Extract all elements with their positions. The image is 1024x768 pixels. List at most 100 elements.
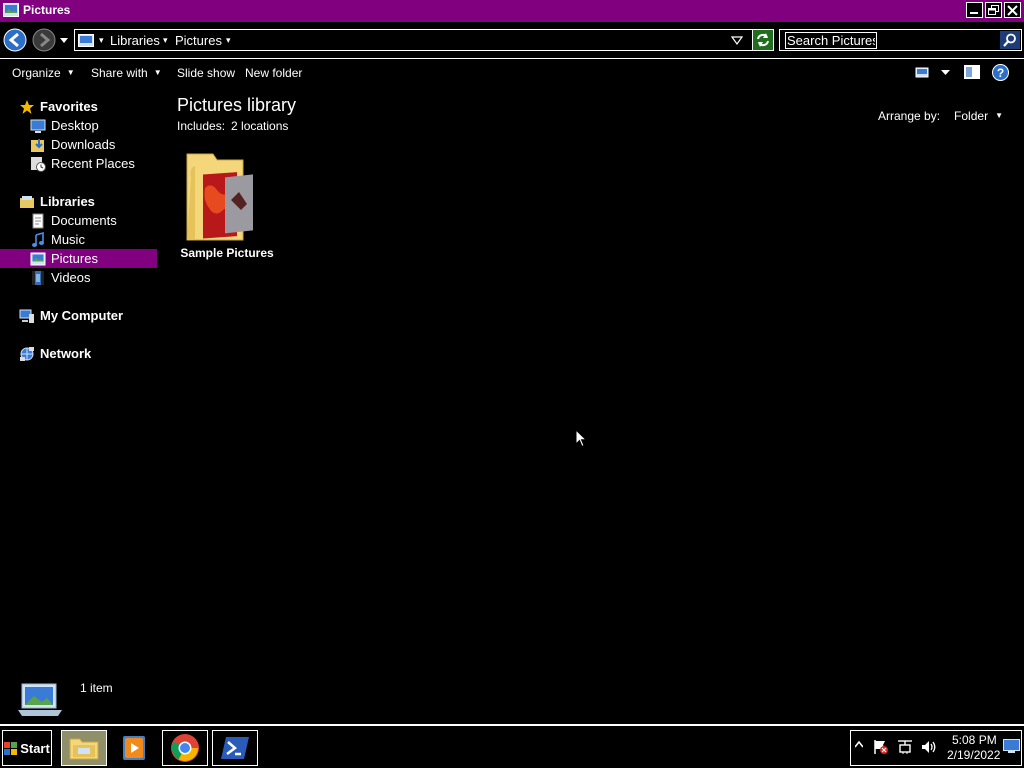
nav-item-music[interactable]: Music — [30, 230, 85, 249]
nav-libraries-label: Libraries — [40, 194, 95, 209]
pictures-library-large-icon — [18, 683, 62, 716]
show-hidden-icons[interactable] — [855, 740, 863, 748]
nav-libraries[interactable]: Libraries — [19, 192, 95, 211]
navigation-pane: Favorites Desktop Downloads Recent Place… — [0, 87, 160, 672]
recent-places-icon — [31, 156, 46, 172]
recent-pages-dropdown-icon[interactable] — [60, 38, 68, 44]
nav-item-recent-places[interactable]: Recent Places — [30, 154, 135, 173]
pictures-window-icon — [3, 3, 19, 17]
taskbar: Start — [0, 724, 1024, 768]
videos-icon — [32, 270, 44, 285]
refresh-button[interactable] — [752, 29, 774, 51]
breadcrumb-separator-icon[interactable]: ▾ — [163, 35, 168, 46]
nav-item-videos[interactable]: Videos — [30, 268, 91, 287]
window-title: Pictures — [23, 3, 71, 17]
folder-name: Sample Pictures — [180, 246, 274, 260]
show-desktop-icon[interactable] — [1003, 739, 1020, 753]
arrange-by-label: Arrange by: — [878, 109, 941, 123]
restore-icon — [988, 4, 999, 15]
organize-menu[interactable]: Organize ▼ — [12, 66, 75, 80]
taskbar-chrome[interactable] — [162, 730, 208, 766]
network-icon — [20, 346, 34, 361]
folder-item[interactable]: Sample Pictures — [177, 148, 277, 264]
libraries-icon — [20, 195, 34, 208]
item-count: 1 item — [80, 681, 113, 695]
library-includes: Includes: 2 locations — [177, 119, 288, 133]
pictures-icon — [30, 252, 46, 265]
nav-item-label: Videos — [51, 270, 91, 285]
back-button[interactable] — [3, 28, 27, 52]
network-tray-icon[interactable] — [897, 739, 913, 755]
nav-item-pictures[interactable]: Pictures — [0, 249, 157, 268]
music-icon — [32, 231, 44, 247]
nav-my-computer-label: My Computer — [40, 308, 124, 323]
chevron-down-icon: ▼ — [66, 68, 75, 77]
pictures-library-icon — [78, 34, 94, 47]
taskbar-powershell[interactable] — [212, 730, 258, 766]
address-row: ▾ Libraries ▾ Pictures ▾ — [0, 21, 1024, 57]
nav-item-label: Desktop — [51, 118, 99, 133]
forward-button[interactable] — [32, 28, 56, 52]
includes-label: Includes: — [177, 119, 226, 133]
action-center-flag-icon[interactable] — [873, 739, 889, 755]
arrange-by: Arrange by: Folder ▼ — [878, 109, 1003, 123]
minimize-icon — [970, 11, 978, 14]
library-title: Pictures library — [177, 95, 297, 115]
view-options-dropdown-icon[interactable] — [941, 70, 950, 76]
downloads-folder-icon — [31, 138, 44, 152]
chevron-down-icon: ▼ — [153, 68, 162, 77]
volume-icon[interactable] — [921, 739, 937, 755]
nav-my-computer[interactable]: My Computer — [19, 306, 123, 325]
nav-network[interactable]: Network — [19, 344, 91, 363]
taskbar-file-explorer[interactable] — [61, 730, 107, 766]
refresh-icon — [757, 33, 769, 47]
close-button[interactable] — [1004, 2, 1021, 18]
address-bar[interactable]: ▾ Libraries ▾ Pictures ▾ — [74, 29, 774, 51]
file-explorer-icon — [69, 738, 99, 760]
restore-button[interactable] — [985, 2, 1002, 18]
title-bar[interactable]: Pictures — [0, 0, 1024, 21]
includes-locations-link[interactable]: 2 locations — [231, 119, 288, 133]
nav-item-downloads[interactable]: Downloads — [30, 135, 115, 154]
nav-item-desktop[interactable]: Desktop — [30, 116, 99, 135]
search-box[interactable] — [779, 29, 1022, 51]
preview-pane-icon[interactable] — [964, 65, 980, 79]
nav-item-label: Pictures — [51, 251, 98, 266]
computer-icon — [19, 309, 34, 323]
arrange-by-value: Folder — [954, 109, 989, 123]
clock-time[interactable]: 5:08 PM — [952, 733, 997, 747]
svg-text:?: ? — [997, 66, 1004, 80]
nav-item-label: Music — [51, 232, 85, 247]
start-button[interactable]: Start — [2, 730, 52, 766]
help-icon[interactable]: ? — [992, 64, 1009, 81]
windows-logo-icon — [4, 741, 18, 755]
address-history-dropdown-icon[interactable] — [731, 36, 743, 46]
arrange-by-dropdown[interactable]: Folder ▼ — [954, 109, 1003, 123]
mouse-cursor-icon — [575, 429, 588, 448]
media-player-icon — [123, 736, 145, 760]
start-label: Start — [20, 740, 50, 756]
breadcrumb-pictures[interactable]: Pictures — [175, 33, 222, 48]
breadcrumb-libraries[interactable]: Libraries — [110, 33, 160, 48]
nav-item-documents[interactable]: Documents — [30, 211, 117, 230]
nav-item-label: Documents — [51, 213, 117, 228]
chrome-icon — [171, 734, 199, 762]
nav-favorites[interactable]: Favorites — [19, 97, 98, 116]
powershell-icon — [221, 737, 249, 759]
pictures-folder-icon — [186, 153, 253, 241]
search-input[interactable] — [785, 32, 877, 49]
new-folder-button[interactable]: New folder — [245, 66, 302, 80]
share-with-menu[interactable]: Share with ▼ — [91, 66, 162, 80]
nav-network-label: Network — [40, 346, 92, 361]
share-with-label: Share with — [91, 66, 148, 80]
breadcrumb-separator-icon[interactable]: ▾ — [99, 35, 104, 46]
minimize-button[interactable] — [966, 2, 983, 18]
search-button[interactable] — [1000, 31, 1020, 49]
breadcrumb-separator-icon[interactable]: ▾ — [226, 35, 231, 46]
slide-show-button[interactable]: Slide show — [177, 66, 235, 80]
change-view-icon[interactable] — [915, 65, 929, 79]
taskbar-media-player[interactable] — [111, 730, 157, 766]
organize-label: Organize — [12, 66, 61, 80]
clock-date[interactable]: 2/19/2022 — [947, 748, 1000, 762]
star-icon — [20, 99, 34, 114]
